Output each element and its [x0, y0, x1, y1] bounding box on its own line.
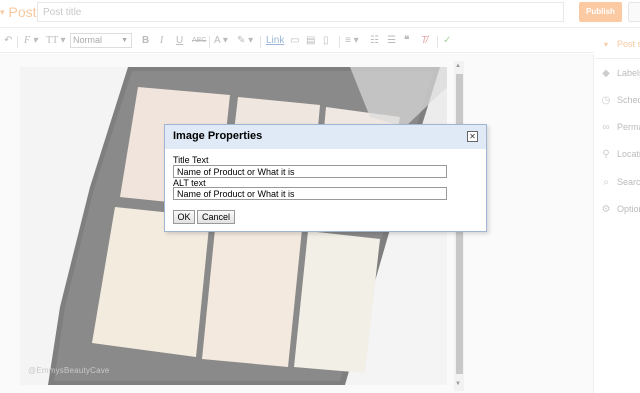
- caret-down-icon: ▾: [603, 40, 608, 49]
- font-size-button[interactable]: TT ▾: [46, 33, 66, 49]
- strikethrough-button[interactable]: ABC: [192, 33, 206, 49]
- sidebar-item-label: Perma: [617, 122, 640, 132]
- image-watermark: @EmmysBeautyCave: [28, 366, 110, 375]
- link-icon: ∞: [602, 122, 610, 133]
- ok-button[interactable]: OK: [173, 210, 195, 224]
- gear-icon: ⚙: [601, 204, 611, 215]
- post-settings-label: Post se: [617, 39, 640, 49]
- location-icon: ⚲: [602, 149, 610, 160]
- format-select-value: Normal: [73, 35, 103, 45]
- post-title-input[interactable]: [37, 2, 564, 22]
- top-bar: ▾Post Publish: [0, 0, 640, 28]
- save-button[interactable]: [628, 2, 640, 22]
- dialog-header[interactable]: Image Properties ✕: [165, 125, 486, 149]
- toolbar-divider: [17, 36, 18, 48]
- post-settings-panel: ▾ Post se ◆ Labels ◷ Sched ∞ Perma ⚲ Locati ⌕…: [595, 29, 640, 393]
- insert-video-icon[interactable]: ▤: [306, 33, 315, 49]
- sidebar-item-search[interactable]: ⌕ Search: [595, 172, 640, 192]
- text-color-label: A: [214, 35, 221, 46]
- italic-button[interactable]: I: [160, 33, 163, 49]
- bold-button[interactable]: B: [142, 33, 149, 49]
- font-family-button[interactable]: F ▾: [24, 33, 38, 49]
- toolbar-divider: [260, 36, 261, 48]
- sidebar-item-labels[interactable]: ◆ Labels: [595, 63, 640, 83]
- cancel-button[interactable]: Cancel: [197, 210, 235, 224]
- remove-formatting-icon[interactable]: T̸: [421, 33, 427, 49]
- toolbar-divider: [437, 36, 438, 48]
- highlight-color-button[interactable]: ✎ ▾: [237, 33, 253, 49]
- sidebar-item-label: Locati: [617, 149, 640, 159]
- insert-image-icon[interactable]: ▭: [290, 33, 299, 49]
- align-icon[interactable]: ≡ ▾: [345, 33, 359, 49]
- clock-icon: ◷: [601, 95, 611, 106]
- close-icon[interactable]: ✕: [467, 131, 478, 142]
- post-label: Post: [8, 4, 37, 20]
- link-button[interactable]: Link: [266, 33, 284, 49]
- sidebar-item-options[interactable]: ⚙ Option: [595, 199, 640, 219]
- text-color-button[interactable]: A ▾: [214, 33, 228, 49]
- sidebar-item-location[interactable]: ⚲ Locati: [595, 144, 640, 164]
- sidebar-item-label: Labels: [617, 68, 640, 78]
- underline-button[interactable]: U: [176, 33, 183, 49]
- title-text-label: Title Text: [173, 155, 209, 165]
- bulleted-list-icon[interactable]: ☰: [387, 33, 396, 49]
- toolbar-divider: [339, 36, 340, 48]
- caret-down-icon: ▾: [0, 7, 5, 17]
- post-menu[interactable]: ▾ Post: [0, 4, 37, 20]
- sidebar-item-label: Search: [617, 177, 640, 187]
- sidebar-item-schedule[interactable]: ◷ Sched: [595, 90, 640, 110]
- spellcheck-icon[interactable]: ✓: [443, 33, 451, 49]
- title-text-input[interactable]: [173, 165, 447, 178]
- quote-icon[interactable]: ❝: [404, 33, 409, 49]
- search-icon: ⌕: [603, 177, 609, 188]
- post-settings-heading[interactable]: ▾ Post se: [595, 29, 640, 59]
- dialog-title: Image Properties: [173, 130, 263, 142]
- blogger-post-editor: ▾Post Publish ↶ F ▾ TT ▾ B I U ABC A ▾ ✎…: [0, 0, 640, 393]
- scroll-down-icon[interactable]: ▼: [455, 381, 461, 387]
- insert-jump-break-icon[interactable]: ▯: [323, 33, 329, 49]
- chevron-down-icon: ▼: [121, 37, 128, 44]
- sidebar-item-label: Sched: [617, 95, 640, 105]
- toolbar-divider: [209, 36, 210, 48]
- scroll-up-icon[interactable]: ▲: [455, 63, 461, 69]
- tag-icon: ◆: [602, 68, 610, 79]
- undo-icon[interactable]: ↶: [4, 33, 12, 49]
- sidebar-item-label: Option: [617, 204, 640, 214]
- highlighter-icon: ✎: [237, 35, 246, 46]
- numbered-list-icon[interactable]: ☷: [370, 33, 379, 49]
- sidebar-item-permalink[interactable]: ∞ Perma: [595, 117, 640, 137]
- font-size-label: TT: [46, 35, 59, 46]
- format-select[interactable]: Normal ▼: [70, 33, 132, 48]
- image-properties-dialog: Image Properties ✕ Title Text ALT text O…: [164, 124, 487, 232]
- alt-text-input[interactable]: [173, 187, 447, 200]
- font-family-label: F: [24, 35, 31, 46]
- publish-button[interactable]: Publish: [579, 2, 622, 22]
